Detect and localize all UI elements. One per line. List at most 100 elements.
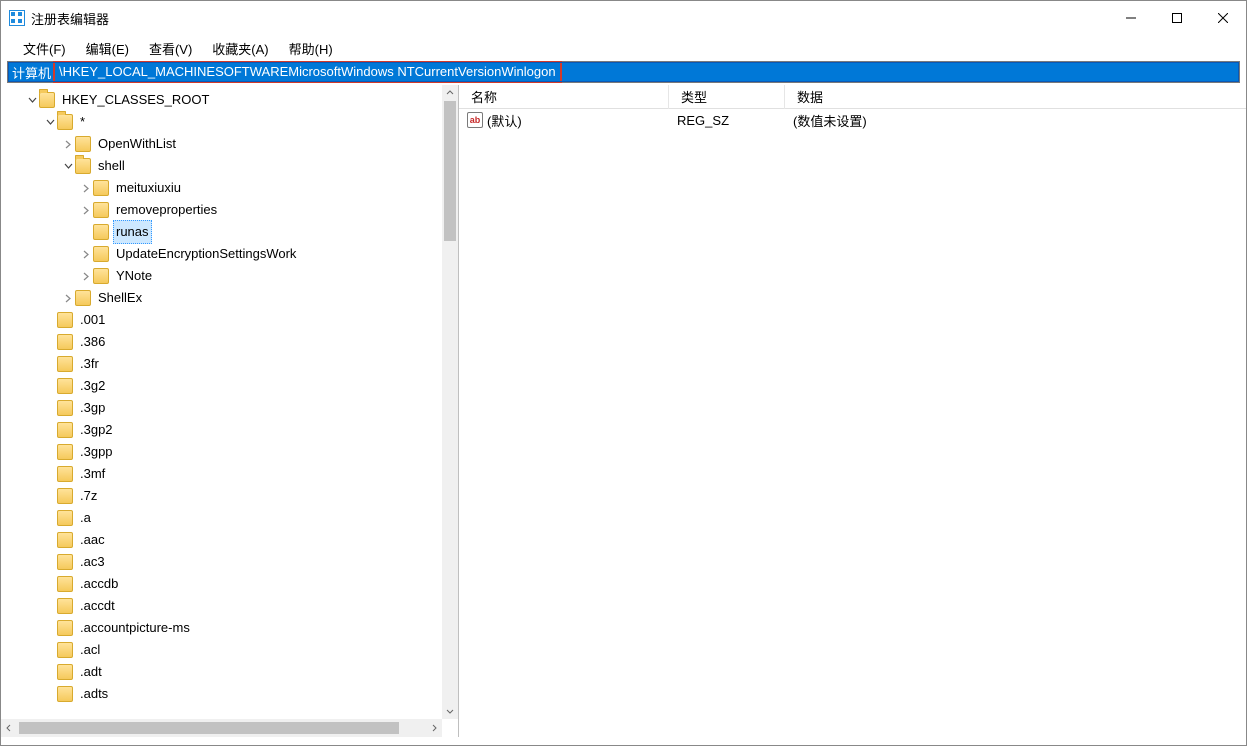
value-row[interactable]: ab (默认) REG_SZ (数值未设置)	[459, 109, 1246, 131]
tree-vertical-scrollbar[interactable]	[442, 85, 458, 719]
tree-node-ext[interactable]: .accdt	[1, 595, 442, 617]
col-header-data[interactable]: 数据	[785, 85, 1246, 109]
tree-label: .ac3	[77, 551, 108, 573]
scroll-up-button[interactable]	[442, 85, 458, 101]
scroll-thumb[interactable]	[19, 722, 399, 734]
folder-icon	[57, 598, 73, 614]
folder-icon	[75, 158, 91, 174]
close-button[interactable]	[1200, 1, 1246, 35]
tree-node-ext[interactable]: .accdb	[1, 573, 442, 595]
folder-icon	[57, 620, 73, 636]
tree-label: .accountpicture-ms	[77, 617, 193, 639]
folder-icon	[57, 686, 73, 702]
tree-label: .adt	[77, 661, 105, 683]
chevron-down-icon[interactable]	[25, 96, 39, 105]
tree-pane: HKEY_CLASSES_ROOT * OpenWithList	[1, 85, 459, 737]
tree-node-ext[interactable]: .3g2	[1, 375, 442, 397]
tree-label: .001	[77, 309, 108, 331]
tree-node-ext[interactable]: .001	[1, 309, 442, 331]
chevron-down-icon[interactable]	[61, 162, 75, 171]
address-bar[interactable]: 计算机 \HKEY_LOCAL_MACHINESOFTWAREMicrosoft…	[7, 61, 1240, 83]
tree-label: .acl	[77, 639, 103, 661]
folder-icon	[93, 224, 109, 240]
tree-node-removeproperties[interactable]: removeproperties	[1, 199, 442, 221]
tree-label: .3g2	[77, 375, 108, 397]
tree-node-ext[interactable]: .accountpicture-ms	[1, 617, 442, 639]
tree-node-ext[interactable]: .7z	[1, 485, 442, 507]
tree-node-runas[interactable]: runas	[1, 221, 442, 243]
tree-label: HKEY_CLASSES_ROOT	[59, 89, 212, 111]
tree-node-ext[interactable]: .adt	[1, 661, 442, 683]
folder-icon	[93, 246, 109, 262]
tree-node-ext[interactable]: .ac3	[1, 551, 442, 573]
menu-view[interactable]: 查看(V)	[141, 37, 200, 60]
folder-icon	[75, 290, 91, 306]
value-name: (默认)	[487, 111, 522, 130]
col-header-type[interactable]: 类型	[669, 85, 785, 109]
chevron-right-icon[interactable]	[61, 294, 75, 303]
tree-node-ext[interactable]: .acl	[1, 639, 442, 661]
scroll-right-button[interactable]	[426, 720, 442, 736]
values-header: 名称 类型 数据	[459, 85, 1246, 109]
chevron-right-icon[interactable]	[79, 206, 93, 215]
value-type-cell: REG_SZ	[669, 113, 785, 128]
folder-icon	[57, 400, 73, 416]
chevron-right-icon[interactable]	[61, 140, 75, 149]
tree-node-ext[interactable]: .3fr	[1, 353, 442, 375]
menu-help[interactable]: 帮助(H)	[281, 37, 341, 60]
tree-node-ext[interactable]: .a	[1, 507, 442, 529]
tree-node-ext[interactable]: .aac	[1, 529, 442, 551]
tree-node-openwithlist[interactable]: OpenWithList	[1, 133, 442, 155]
menu-favorites[interactable]: 收藏夹(A)	[204, 37, 276, 60]
address-path-text: \HKEY_LOCAL_MACHINESOFTWAREMicrosoftWind…	[53, 61, 562, 83]
values-rows[interactable]: ab (默认) REG_SZ (数值未设置)	[459, 109, 1246, 737]
tree-node-meituxiuxiu[interactable]: meituxiuxiu	[1, 177, 442, 199]
tree-label-selected: runas	[113, 220, 152, 244]
tree-node-shell[interactable]: shell	[1, 155, 442, 177]
folder-icon	[93, 202, 109, 218]
address-prefix: 计算机	[8, 62, 53, 82]
tree-node-ext[interactable]: .3mf	[1, 463, 442, 485]
tree-label: .accdt	[77, 595, 118, 617]
scroll-left-button[interactable]	[1, 720, 17, 736]
tree-node-ext[interactable]: .3gp	[1, 397, 442, 419]
chevron-right-icon[interactable]	[79, 250, 93, 259]
tree-node-ynote[interactable]: YNote	[1, 265, 442, 287]
col-header-name[interactable]: 名称	[459, 85, 669, 109]
folder-icon	[93, 268, 109, 284]
tree-node-hkcr[interactable]: HKEY_CLASSES_ROOT	[1, 89, 442, 111]
tree-label: .3gp	[77, 397, 108, 419]
chevron-right-icon[interactable]	[79, 272, 93, 281]
tree-label: ShellEx	[95, 287, 145, 309]
menu-edit[interactable]: 编辑(E)	[78, 37, 137, 60]
tree-node-ext[interactable]: .3gp2	[1, 419, 442, 441]
tree-node-shellex[interactable]: ShellEx	[1, 287, 442, 309]
values-pane: 名称 类型 数据 ab (默认) REG_SZ (数值未设置)	[459, 85, 1246, 737]
tree-label: .3gpp	[77, 441, 116, 463]
scroll-thumb[interactable]	[444, 101, 456, 241]
tree-node-updateenc[interactable]: UpdateEncryptionSettingsWork	[1, 243, 442, 265]
menu-file[interactable]: 文件(F)	[15, 37, 74, 60]
tree-node-ext[interactable]: .386	[1, 331, 442, 353]
folder-icon	[75, 136, 91, 152]
tree-horizontal-scrollbar[interactable]	[1, 719, 442, 737]
maximize-button[interactable]	[1154, 1, 1200, 35]
folder-icon	[57, 466, 73, 482]
minimize-button[interactable]	[1108, 1, 1154, 35]
folder-icon	[57, 576, 73, 592]
tree-label: *	[77, 111, 88, 133]
tree-label: .3fr	[77, 353, 102, 375]
tree-label: .3gp2	[77, 419, 116, 441]
string-value-icon: ab	[467, 112, 483, 128]
folder-icon	[57, 664, 73, 680]
tree-view[interactable]: HKEY_CLASSES_ROOT * OpenWithList	[1, 85, 442, 719]
folder-icon	[39, 92, 55, 108]
scroll-down-button[interactable]	[442, 703, 458, 719]
tree-node-ext[interactable]: .3gpp	[1, 441, 442, 463]
folder-icon	[57, 554, 73, 570]
tree-node-ext[interactable]: .adts	[1, 683, 442, 705]
chevron-right-icon[interactable]	[79, 184, 93, 193]
folder-icon	[57, 488, 73, 504]
tree-node-star[interactable]: *	[1, 111, 442, 133]
chevron-down-icon[interactable]	[43, 118, 57, 127]
